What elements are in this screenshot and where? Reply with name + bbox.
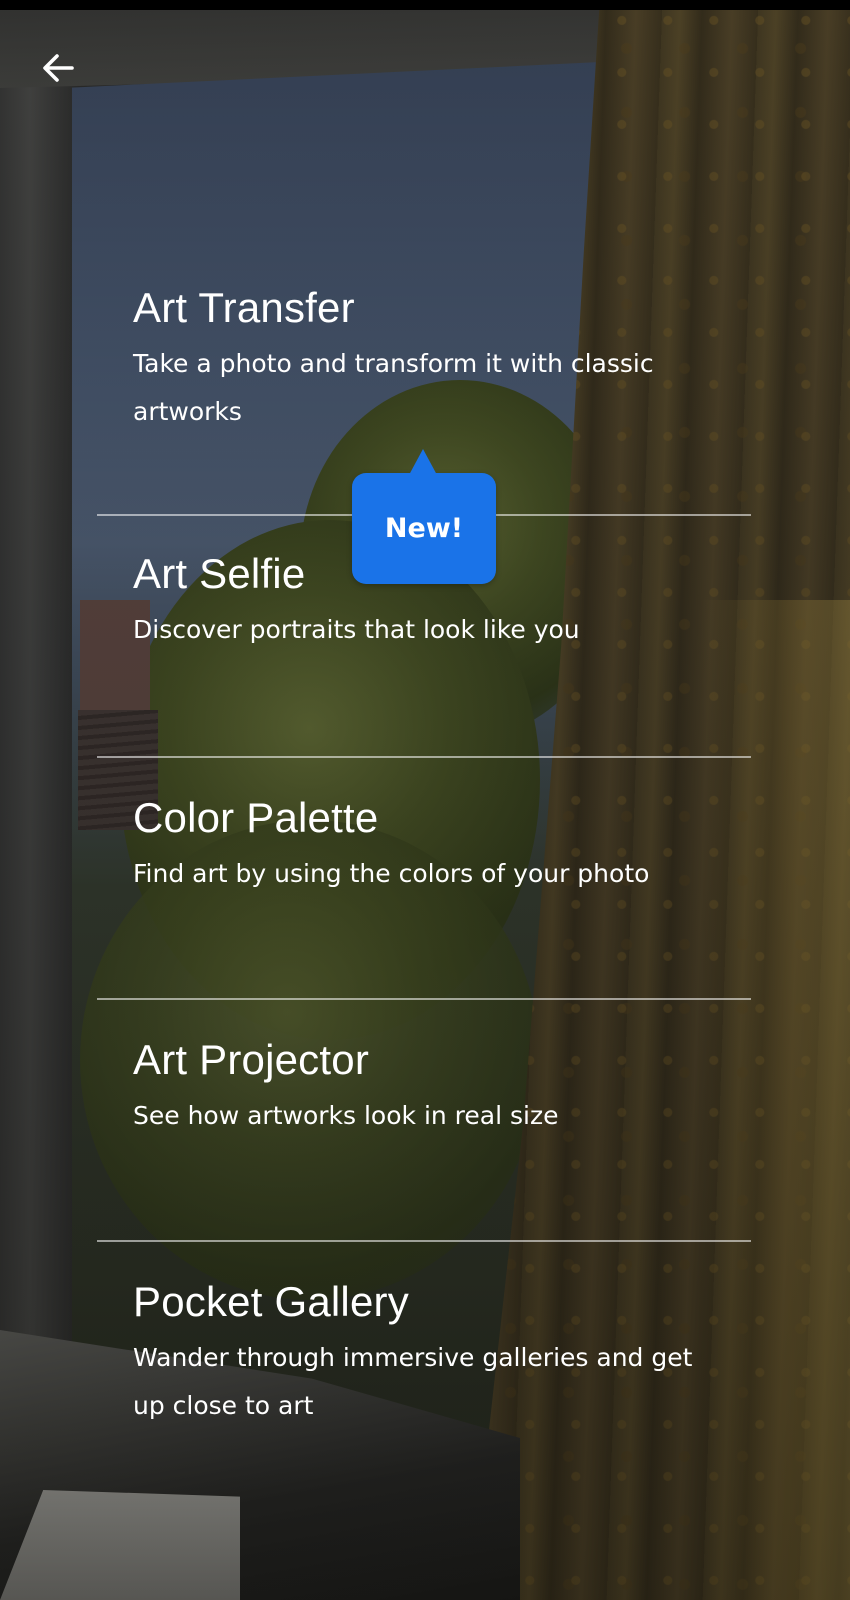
menu-item-art-projector[interactable]: Art Projector See how artworks look in r… [97, 1000, 751, 1240]
arrow-back-icon [43, 54, 74, 82]
menu-item-description: Wander through immersive galleries and g… [133, 1343, 693, 1420]
back-button[interactable] [34, 44, 82, 92]
tooltip-label: New! [384, 513, 464, 544]
menu-item-description: Discover portraits that look like you [133, 615, 580, 644]
menu-item-description: See how artworks look in real size [133, 1101, 559, 1130]
status-bar [0, 0, 850, 10]
new-feature-tooltip[interactable]: New! [352, 449, 496, 584]
menu-item-description: Take a photo and transform it with class… [133, 349, 654, 426]
menu-item-description: Find art by using the colors of your pho… [133, 859, 650, 888]
menu-item-color-palette[interactable]: Color Palette Find art by using the colo… [97, 758, 751, 998]
menu-item-pocket-gallery[interactable]: Pocket Gallery Wander through immersive … [97, 1242, 751, 1430]
menu-item-title: Art Transfer [133, 284, 355, 331]
menu-item-title: Art Projector [133, 1036, 369, 1083]
menu-item-title: Pocket Gallery [133, 1278, 409, 1325]
menu-item-title: Color Palette [133, 794, 379, 841]
